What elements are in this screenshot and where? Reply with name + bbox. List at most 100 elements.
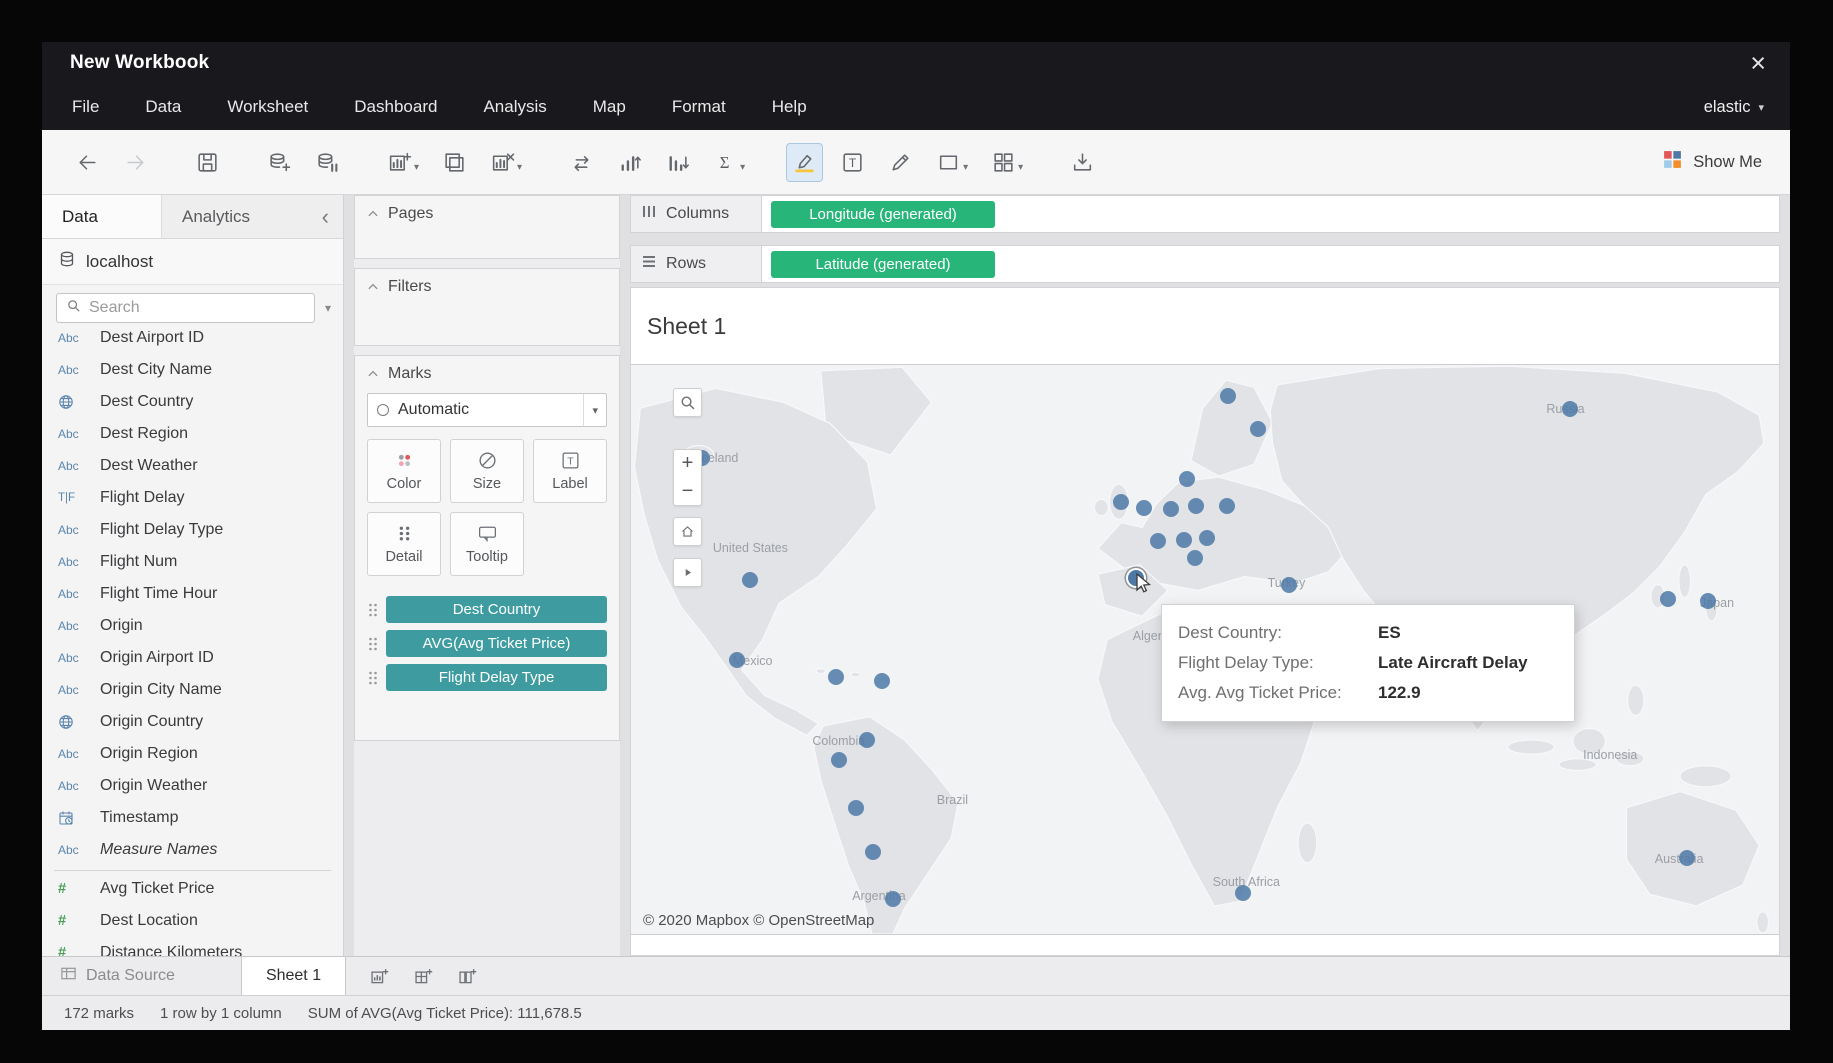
field-flight-delay-type[interactable]: AbcFlight Delay Type — [42, 514, 343, 546]
field-avg-ticket-price[interactable]: #Avg Ticket Price — [42, 873, 343, 905]
map-mark[interactable] — [848, 800, 864, 816]
clear-sheet-button[interactable]: ▾ — [485, 144, 527, 181]
pages-card[interactable]: Pages — [354, 195, 620, 259]
map-mark[interactable] — [1679, 850, 1695, 866]
map-mark[interactable] — [1113, 494, 1129, 510]
columns-shelf-body[interactable]: Longitude (generated) — [762, 195, 1780, 233]
map-mark[interactable] — [1199, 530, 1215, 546]
rows-shelf-body[interactable]: Latitude (generated) — [762, 245, 1780, 283]
mark-type-dropdown[interactable]: Automatic ▾ — [367, 393, 607, 427]
field-origin-country[interactable]: Origin Country — [42, 706, 343, 738]
filters-card[interactable]: Filters — [354, 268, 620, 346]
highlight-button[interactable] — [787, 144, 822, 181]
new-story-button[interactable] — [450, 961, 484, 991]
menu-analysis[interactable]: Analysis — [483, 97, 546, 117]
field-flight-num[interactable]: AbcFlight Num — [42, 546, 343, 578]
map-mark[interactable] — [729, 652, 745, 668]
field-origin-weather[interactable]: AbcOrigin Weather — [42, 770, 343, 802]
tab-analytics[interactable]: Analytics — [162, 195, 270, 238]
close-icon[interactable]: × — [1750, 50, 1766, 77]
tab-data-source[interactable]: Data Source — [42, 957, 193, 995]
new-dashboard-button[interactable] — [406, 961, 440, 991]
map-mark[interactable] — [1136, 500, 1152, 516]
field-origin[interactable]: AbcOrigin — [42, 610, 343, 642]
download-button[interactable] — [1065, 144, 1100, 181]
map-mark[interactable] — [874, 673, 890, 689]
field-origin-region[interactable]: AbcOrigin Region — [42, 738, 343, 770]
marks-color-button[interactable]: Color — [367, 439, 441, 503]
fit-button[interactable]: ▾ — [931, 144, 973, 181]
field-distance-kilometers[interactable]: #Distance Kilometers — [42, 937, 343, 956]
map-mark[interactable] — [1163, 501, 1179, 517]
map-mark[interactable] — [1220, 388, 1236, 404]
field-dest-weather[interactable]: AbcDest Weather — [42, 450, 343, 482]
caret-down-icon[interactable]: ▾ — [321, 301, 335, 315]
map-mark[interactable] — [1176, 532, 1192, 548]
field-dest-region[interactable]: AbcDest Region — [42, 418, 343, 450]
pause-auto-updates-button[interactable] — [310, 144, 345, 181]
zoom-out-button[interactable]: − — [673, 477, 702, 506]
sort-ascending-button[interactable] — [612, 144, 647, 181]
marks-size-button[interactable]: Size — [450, 439, 524, 503]
redo-button[interactable] — [118, 144, 153, 181]
field-measure-names[interactable]: AbcMeasure Names — [42, 834, 343, 866]
map-mark[interactable] — [1250, 421, 1266, 437]
map-mark[interactable] — [1150, 533, 1166, 549]
field-origin-airport-id[interactable]: AbcOrigin Airport ID — [42, 642, 343, 674]
map-view[interactable]: RussiaIcelandUnited StatesMexicoColombia… — [631, 364, 1779, 935]
field-dest-country[interactable]: Dest Country — [42, 386, 343, 418]
undo-button[interactable] — [70, 144, 105, 181]
menu-format[interactable]: Format — [672, 97, 726, 117]
map-mark[interactable] — [742, 572, 758, 588]
menu-worksheet[interactable]: Worksheet — [227, 97, 308, 117]
menu-file[interactable]: File — [72, 97, 99, 117]
zoom-in-button[interactable]: + — [673, 449, 702, 478]
map-mark[interactable] — [1179, 471, 1195, 487]
search-input[interactable]: Search — [56, 293, 315, 323]
map-mark[interactable] — [1562, 401, 1578, 417]
field-dest-city-name[interactable]: AbcDest City Name — [42, 354, 343, 386]
field-timestamp[interactable]: Timestamp — [42, 802, 343, 834]
map-pan-button[interactable] — [673, 558, 702, 587]
map-mark[interactable] — [859, 732, 875, 748]
marks-detail-button[interactable]: Detail — [367, 512, 441, 576]
map-mark[interactable] — [1700, 593, 1716, 609]
zoom-home-button[interactable] — [673, 517, 702, 546]
new-worksheet-button[interactable] — [362, 961, 396, 991]
map-mark[interactable] — [1187, 550, 1203, 566]
pill-latitude-generated[interactable]: Latitude (generated) — [771, 251, 995, 278]
marks-tooltip-button[interactable]: Tooltip — [450, 512, 524, 576]
new-data-source-button[interactable] — [262, 144, 297, 181]
sort-descending-button[interactable] — [660, 144, 695, 181]
pill-avg-avg-ticket-price[interactable]: AVG(Avg Ticket Price) — [386, 630, 607, 657]
pill-longitude-generated[interactable]: Longitude (generated) — [771, 201, 995, 228]
field-flight-time-hour[interactable]: AbcFlight Time Hour — [42, 578, 343, 610]
format-button[interactable] — [883, 144, 918, 181]
map-mark[interactable] — [828, 669, 844, 685]
menu-map[interactable]: Map — [593, 97, 626, 117]
show-hide-cards-button[interactable]: ▾ — [986, 144, 1028, 181]
map-mark[interactable] — [1188, 498, 1204, 514]
new-worksheet-button[interactable]: ▾ — [382, 144, 424, 181]
duplicate-button[interactable] — [437, 144, 472, 181]
totals-button[interactable]: Σ▾ — [708, 144, 750, 181]
account-menu[interactable]: elastic ▾ — [1704, 98, 1764, 117]
map-mark[interactable] — [1281, 577, 1297, 593]
tab-sheet-1[interactable]: Sheet 1 — [241, 957, 346, 995]
show-mark-labels-button[interactable]: T — [835, 144, 870, 181]
save-button[interactable] — [190, 144, 225, 181]
field-flight-delay[interactable]: T|FFlight Delay — [42, 482, 343, 514]
map-mark[interactable] — [865, 844, 881, 860]
marks-label-button[interactable]: TLabel — [533, 439, 607, 503]
map-mark[interactable] — [1235, 885, 1251, 901]
menu-data[interactable]: Data — [145, 97, 181, 117]
data-source-connection[interactable]: localhost — [42, 239, 343, 285]
field-origin-city-name[interactable]: AbcOrigin City Name — [42, 674, 343, 706]
pill-flight-delay-type[interactable]: Flight Delay Type — [386, 664, 607, 691]
map-search-button[interactable] — [673, 388, 702, 417]
field-dest-location[interactable]: #Dest Location — [42, 905, 343, 937]
menu-dashboard[interactable]: Dashboard — [354, 97, 437, 117]
pill-dest-country[interactable]: Dest Country — [386, 596, 607, 623]
collapse-pane-icon[interactable]: ‹ — [308, 195, 343, 238]
swap-rows-columns-button[interactable] — [564, 144, 599, 181]
